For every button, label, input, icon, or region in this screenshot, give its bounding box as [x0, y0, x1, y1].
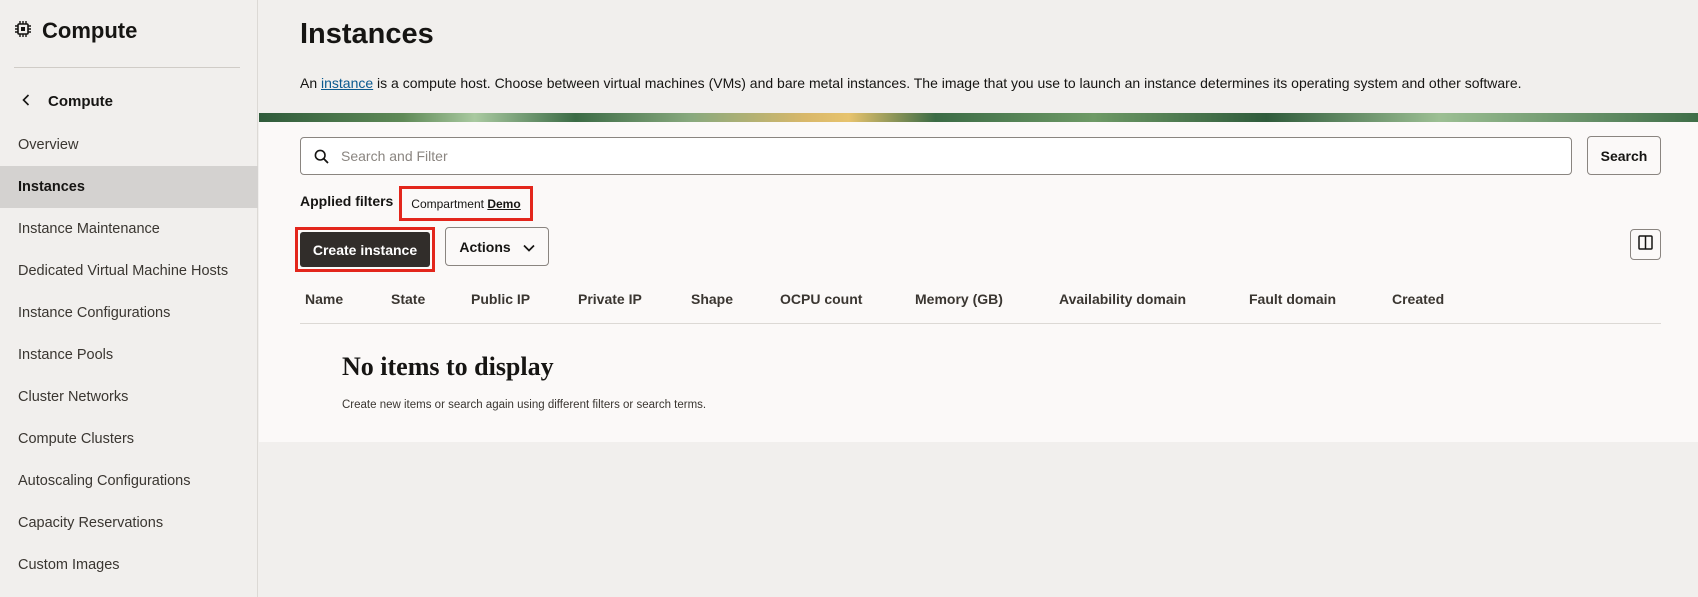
sidebar-item-dedicated-vm-hosts[interactable]: Dedicated Virtual Machine Hosts: [0, 250, 258, 292]
create-instance-highlight: Create instance: [295, 227, 435, 272]
create-instance-button[interactable]: Create instance: [300, 232, 430, 267]
page-title: Instances: [300, 18, 434, 50]
sidebar-divider: [14, 67, 240, 68]
columns-icon: [1638, 234, 1653, 255]
main-content: Instances An instance is a compute host.…: [259, 0, 1698, 597]
sidebar-item-overview[interactable]: Overview: [0, 124, 258, 166]
sidebar-item-compute-clusters[interactable]: Compute Clusters: [0, 418, 258, 460]
column-header-public-ip[interactable]: Public IP: [471, 275, 530, 324]
decorative-banner: [259, 113, 1698, 122]
column-header-state[interactable]: State: [391, 275, 425, 324]
chevron-down-icon: [523, 239, 535, 255]
description-prefix: An: [300, 75, 322, 91]
sidebar: Compute Compute Overview Instances Insta…: [0, 0, 258, 597]
search-box: [300, 137, 1572, 175]
instances-panel: Search Applied filters Compartment Demo …: [259, 122, 1698, 442]
sidebar-item-capacity-reservations[interactable]: Capacity Reservations: [0, 502, 258, 544]
filter-chip-compartment[interactable]: Compartment Demo: [411, 197, 520, 211]
column-header-availability-domain[interactable]: Availability domain: [1059, 275, 1186, 324]
table-header: Name State Public IP Private IP Shape OC…: [300, 275, 1661, 324]
actions-menu-button[interactable]: Actions: [445, 227, 549, 266]
column-header-shape[interactable]: Shape: [691, 275, 733, 324]
sidebar-header: Compute: [14, 18, 137, 44]
sidebar-item-custom-images[interactable]: Custom Images: [0, 544, 258, 586]
instance-doc-link[interactable]: instance: [321, 75, 373, 91]
empty-state-subtitle: Create new items or search again using d…: [342, 399, 707, 411]
empty-state-title: No items to display: [342, 352, 554, 381]
sidebar-item-instances[interactable]: Instances: [0, 166, 258, 208]
column-header-fault-domain[interactable]: Fault domain: [1249, 275, 1336, 324]
column-header-ocpu-count[interactable]: OCPU count: [780, 275, 862, 324]
chip-icon: [14, 20, 32, 43]
sidebar-item-instance-pools[interactable]: Instance Pools: [0, 334, 258, 376]
description-suffix: is a compute host. Choose between virtua…: [373, 75, 1522, 91]
applied-filters-label: Applied filters: [300, 193, 394, 209]
sidebar-back-link[interactable]: Compute: [22, 93, 113, 110]
actions-label: Actions: [459, 238, 511, 255]
chevron-left-icon: [22, 93, 30, 110]
sidebar-item-autoscaling-configurations[interactable]: Autoscaling Configurations: [0, 460, 258, 502]
filter-chip-value[interactable]: Demo: [487, 197, 520, 211]
page-description: An instance is a compute host. Choose be…: [300, 75, 1522, 91]
sidebar-item-cluster-networks[interactable]: Cluster Networks: [0, 376, 258, 418]
search-input[interactable]: [341, 148, 1571, 164]
column-header-private-ip[interactable]: Private IP: [578, 275, 642, 324]
search-button[interactable]: Search: [1587, 136, 1661, 175]
column-header-created[interactable]: Created: [1392, 275, 1444, 324]
column-settings-button[interactable]: [1630, 229, 1661, 260]
sidebar-item-instance-maintenance[interactable]: Instance Maintenance: [0, 208, 258, 250]
column-header-memory[interactable]: Memory (GB): [915, 275, 1003, 324]
sidebar-nav: Overview Instances Instance Maintenance …: [0, 124, 258, 586]
search-icon: [301, 149, 341, 164]
filter-chip-highlight: Compartment Demo: [399, 186, 533, 221]
filter-chip-key: Compartment: [411, 196, 484, 211]
sidebar-back-label: Compute: [48, 93, 113, 110]
sidebar-item-instance-configurations[interactable]: Instance Configurations: [0, 292, 258, 334]
column-header-name[interactable]: Name: [305, 275, 343, 324]
sidebar-app-title: Compute: [42, 18, 138, 43]
